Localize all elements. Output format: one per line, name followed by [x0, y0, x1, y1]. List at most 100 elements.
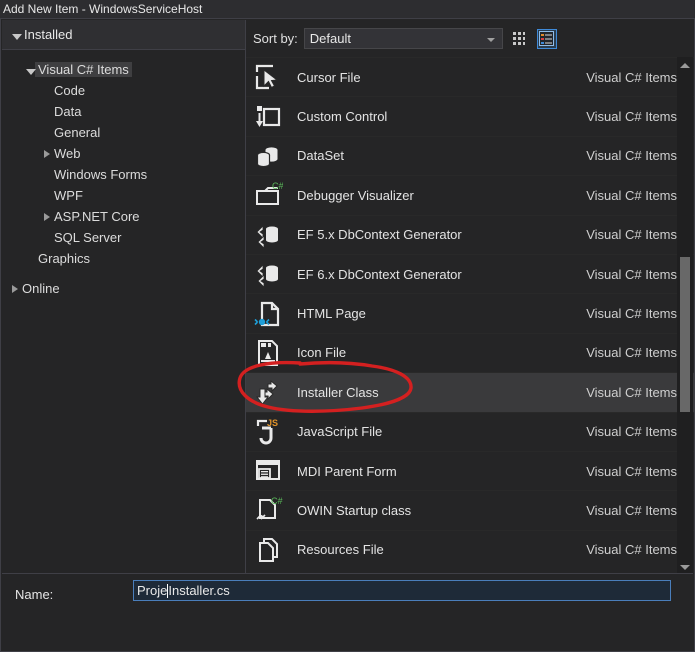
- tree-item-general[interactable]: General: [2, 122, 245, 143]
- installer-class-icon: [255, 380, 278, 406]
- scrollbar-thumb[interactable]: [680, 257, 690, 412]
- template-item-category: Visual C# Items: [586, 345, 677, 361]
- template-item-row[interactable]: C# OWIN Startup class Visual C# Items: [246, 490, 694, 529]
- window-title-text: Add New Item - WindowsServiceHost: [3, 2, 203, 16]
- tree-item-label: Online: [22, 281, 60, 296]
- tree-item-web[interactable]: Web: [2, 143, 245, 164]
- name-label: Name:: [15, 587, 54, 602]
- owin-startup-icon-wrap: C#: [252, 495, 283, 526]
- icon-file-icon-wrap: [252, 337, 283, 368]
- tree-header-installed[interactable]: Installed: [2, 20, 245, 50]
- tree-item-label: ASP.NET Core: [54, 209, 140, 224]
- template-item-category: Visual C# Items: [586, 424, 677, 440]
- template-item-row[interactable]: DataSet Visual C# Items: [246, 135, 694, 175]
- template-item-row[interactable]: HTML Page Visual C# Items: [246, 293, 694, 332]
- template-item-row[interactable]: Custom Control Visual C# Items: [246, 96, 694, 135]
- list-view-button[interactable]: [536, 28, 557, 49]
- tree-item-data[interactable]: Data: [2, 101, 245, 122]
- sort-by-value: Default: [309, 31, 351, 46]
- expander-right-icon[interactable]: [40, 209, 54, 224]
- template-item-row[interactable]: JS JavaScript File Visual C# Items: [246, 411, 694, 451]
- name-input-text-after-caret: Installer.cs: [168, 583, 230, 598]
- tree-item-label: Graphics: [38, 251, 91, 266]
- expander-right-icon[interactable]: [8, 281, 22, 296]
- template-item-category: Visual C# Items: [586, 109, 677, 125]
- template-item-name: Resources File: [297, 542, 384, 558]
- template-item-category: Visual C# Items: [586, 148, 677, 164]
- ef-dbcontext-icon: [255, 264, 278, 289]
- template-item-name: Debugger Visualizer: [297, 187, 414, 203]
- ef-dbcontext-icon: [255, 224, 278, 249]
- tree-header-label: Installed: [24, 27, 73, 42]
- list-view-icon: [539, 31, 555, 46]
- tree-item-label: Visual C# Items: [35, 62, 132, 77]
- grid-view-button[interactable]: [510, 29, 530, 49]
- template-item-name: DataSet: [297, 148, 344, 164]
- template-item-category: Visual C# Items: [586, 542, 677, 558]
- tree-item-visual-c-items[interactable]: Visual C# Items: [2, 59, 245, 80]
- resources-file-icon-wrap: [252, 534, 283, 565]
- name-input[interactable]: Proje Installer.cs: [133, 580, 671, 601]
- chevron-down-icon: [486, 38, 495, 42]
- scroll-up-arrow-icon[interactable]: [677, 57, 693, 73]
- tree-item-label: Data: [54, 104, 82, 119]
- template-item-name: EF 6.x DbContext Generator: [297, 266, 462, 282]
- html-page-icon: [253, 301, 279, 326]
- cursor-file-icon-wrap: [252, 62, 283, 93]
- template-item-name: Custom Control: [297, 109, 388, 125]
- templates-scrollbar[interactable]: [677, 57, 693, 575]
- tree-item-graphics[interactable]: Graphics: [2, 248, 245, 269]
- template-item-row[interactable]: Resources File Visual C# Items: [246, 529, 694, 569]
- template-item-name: OWIN Startup class: [297, 502, 412, 518]
- tree-item-label: Web: [54, 146, 81, 161]
- tree-item-windows-forms[interactable]: Windows Forms: [2, 164, 245, 185]
- template-item-row[interactable]: MDI Parent Form Visual C# Items: [246, 450, 694, 490]
- template-item-name: Cursor File: [297, 69, 361, 85]
- tree-item-asp-net-core[interactable]: ASP.NET Core: [2, 206, 245, 227]
- template-item-category: Visual C# Items: [586, 266, 677, 282]
- icon-file-icon: [257, 339, 278, 366]
- owin-startup-icon: C#: [255, 496, 283, 521]
- tree-item-code[interactable]: Code: [2, 80, 245, 101]
- template-item-name: EF 5.x DbContext Generator: [297, 227, 462, 243]
- window-title-bar: Add New Item - WindowsServiceHost: [0, 0, 695, 18]
- name-input-text-before-caret: Proje: [137, 583, 168, 598]
- ef-dbcontext-icon-wrap: [252, 219, 283, 250]
- debugger-visualizer-icon-wrap: C#: [252, 180, 283, 211]
- javascript-file-icon-wrap: JS: [252, 416, 283, 447]
- template-item-row[interactable]: C# Debugger Visualizer Visual C# Items: [246, 175, 694, 214]
- template-item-row[interactable]: Installer Class Visual C# Items: [246, 372, 694, 412]
- tree-item-online[interactable]: Online: [2, 278, 245, 299]
- dataset-icon: [256, 147, 277, 168]
- template-item-name: MDI Parent Form: [297, 463, 397, 479]
- tree-item-label: Windows Forms: [54, 167, 148, 182]
- template-item-category: Visual C# Items: [586, 187, 677, 203]
- expander-right-icon[interactable]: [40, 146, 54, 161]
- grid-view-icon: [513, 32, 526, 45]
- template-item-row[interactable]: EF 6.x DbContext Generator Visual C# Item…: [246, 253, 694, 293]
- javascript-file-icon: JS: [256, 418, 278, 445]
- template-item-category: Visual C# Items: [586, 384, 677, 400]
- categories-tree-pane: Installed Visual C# Items Code Data General…: [2, 20, 246, 575]
- template-item-name: JavaScript File: [297, 424, 383, 440]
- tree-item-sql-server[interactable]: SQL Server: [2, 227, 245, 248]
- template-item-row[interactable]: Icon File Visual C# Items: [246, 332, 694, 372]
- resources-file-icon: [258, 537, 278, 562]
- svg-text:C#: C#: [271, 496, 283, 506]
- tree-item-label: General: [54, 125, 101, 140]
- template-item-name: HTML Page: [297, 306, 366, 322]
- template-item-row[interactable]: EF 5.x DbContext Generator Visual C# Item…: [246, 214, 694, 254]
- installer-class-icon-wrap: [252, 377, 283, 408]
- tree-item-label: WPF: [54, 188, 83, 203]
- sort-by-label: Sort by:: [253, 31, 298, 46]
- tree-item-wpf[interactable]: WPF: [2, 185, 245, 206]
- sort-by-dropdown[interactable]: Default: [303, 28, 503, 49]
- template-item-list: Cursor File Visual C# Items Custom Contro…: [246, 57, 694, 575]
- expander-down-icon[interactable]: [10, 27, 24, 42]
- templates-toolbar: Sort by: Default: [246, 20, 694, 57]
- template-item-row[interactable]: Cursor File Visual C# Items: [246, 57, 694, 96]
- template-item-category: Visual C# Items: [586, 69, 677, 85]
- tree-item-label: Code: [54, 83, 86, 98]
- tree-item-list: Visual C# Items Code Data General Web Windows…: [2, 51, 245, 575]
- cursor-file-icon: [255, 65, 278, 90]
